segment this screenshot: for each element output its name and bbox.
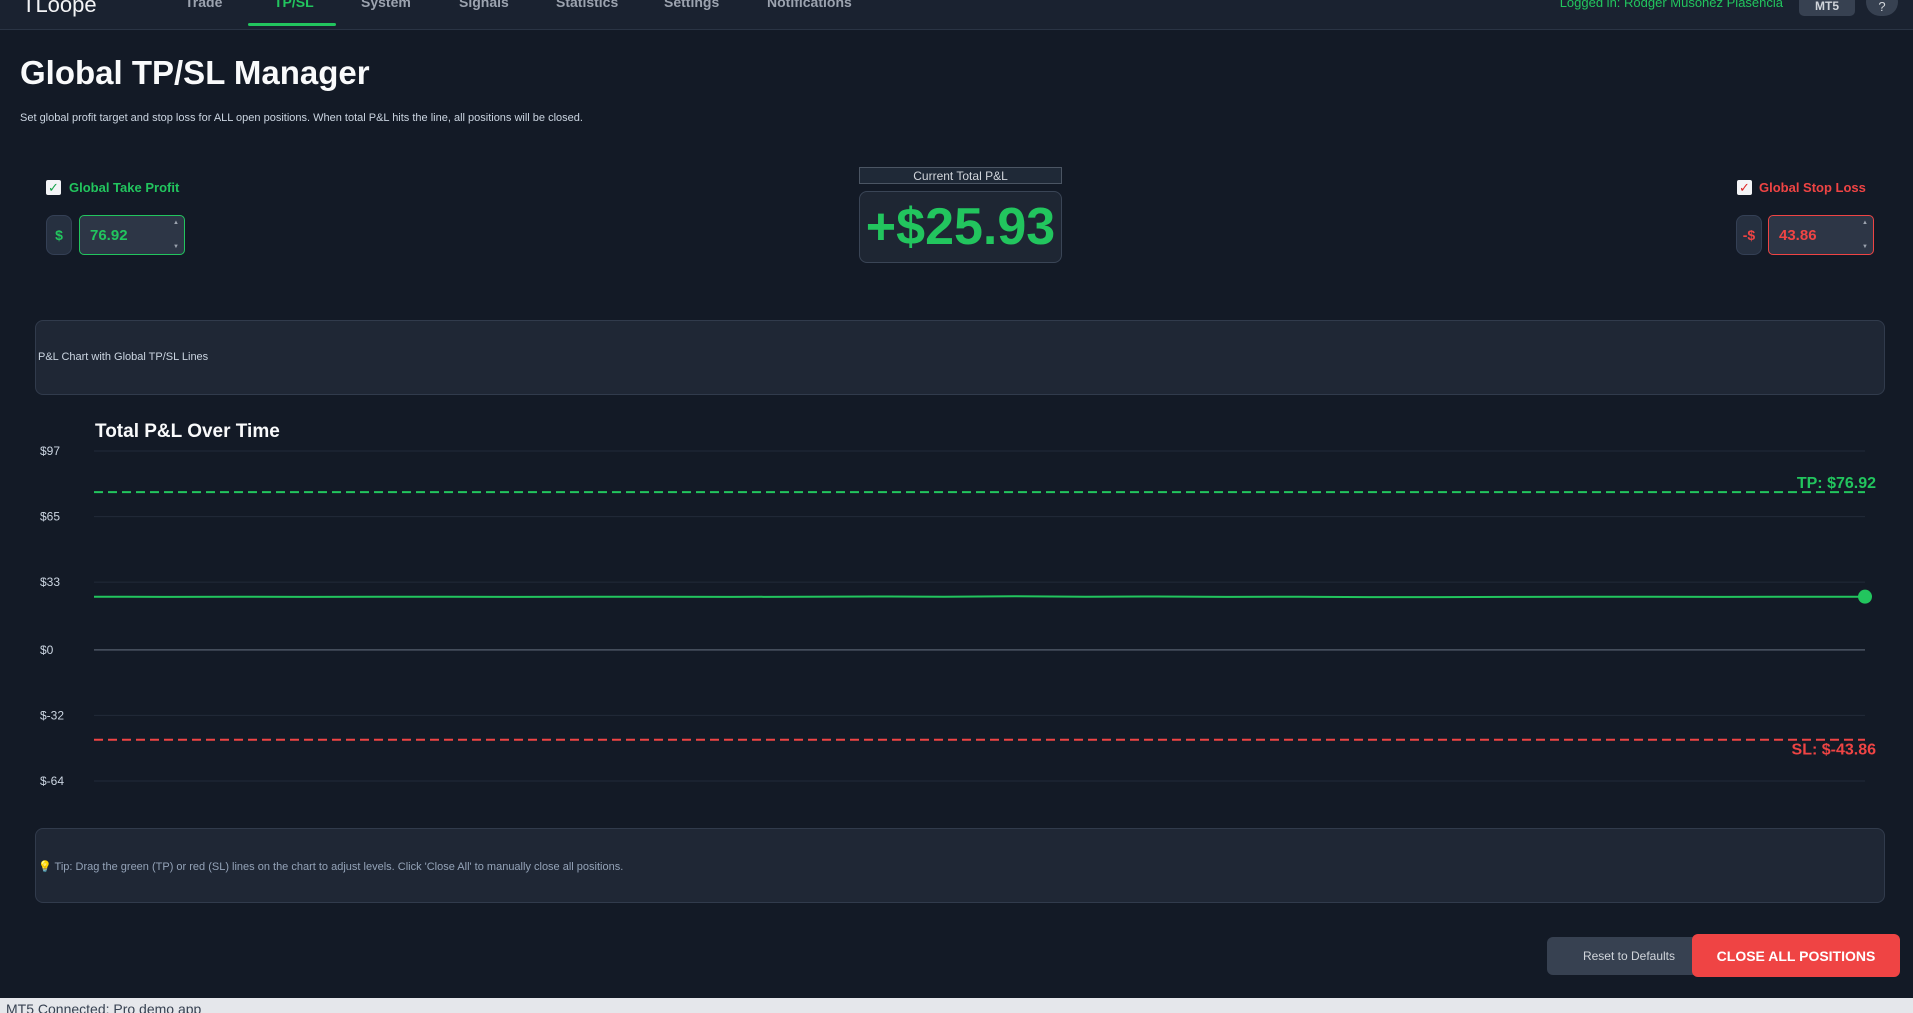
check-icon: ✓ <box>1739 180 1750 195</box>
close-all-positions-button[interactable]: CLOSE ALL POSITIONS <box>1692 934 1900 977</box>
tab-notifications[interactable]: Notifications <box>767 0 852 10</box>
active-tab-indicator <box>248 23 336 26</box>
current-pnl-point <box>1858 589 1872 604</box>
y-tick-label: $97 <box>40 444 60 458</box>
top-nav-bar: TLoope Trade TP/SL System Signals Statis… <box>0 0 1913 30</box>
take-profit-checkbox[interactable]: ✓ <box>46 180 61 195</box>
mt5-button[interactable]: MT5 <box>1799 0 1855 16</box>
stepper-up-icon[interactable]: ▲ <box>173 220 179 226</box>
reset-defaults-button[interactable]: Reset to Defaults <box>1547 937 1711 975</box>
y-tick-label: $-64 <box>40 774 64 788</box>
y-tick-label: $-32 <box>40 708 64 722</box>
page-title: Global TP/SL Manager <box>20 54 370 91</box>
tab-system[interactable]: System <box>361 0 411 10</box>
current-pnl-label: Current Total P&L <box>859 167 1062 184</box>
stepper-up-icon[interactable]: ▲ <box>1862 220 1868 226</box>
y-tick-label: $33 <box>40 575 60 589</box>
tab-statistics[interactable]: Statistics <box>556 0 618 10</box>
pnl-chart[interactable]: Total P&L Over Time $97 $65 $33 $0 $-32 $-64 TP… <box>0 400 1913 810</box>
tab-signals[interactable]: Signals <box>459 0 509 10</box>
stepper-down-icon[interactable]: ▼ <box>173 244 179 250</box>
stepper-down-icon[interactable]: ▼ <box>1862 244 1868 250</box>
status-bar: MT5 Connected: Pro demo app <box>0 998 1913 1013</box>
y-tick-label: $65 <box>40 510 60 524</box>
stop-loss-stepper[interactable]: ▲ ▼ <box>1859 218 1871 252</box>
stop-loss-checkbox[interactable]: ✓ <box>1737 180 1752 195</box>
tip-text: 💡 Tip: Drag the green (TP) or red (SL) l… <box>38 861 624 873</box>
app-brand: TLoope <box>22 0 97 17</box>
take-profit-currency-prefix: $ <box>46 215 72 255</box>
stop-loss-currency-prefix: -$ <box>1736 215 1762 255</box>
logged-in-user: Logged in: Rodger Musonez Plasencia <box>1559 0 1783 10</box>
tip-panel: 💡 Tip: Drag the green (TP) or red (SL) l… <box>35 828 1885 903</box>
tab-settings[interactable]: Settings <box>664 0 719 10</box>
check-icon: ✓ <box>48 180 59 195</box>
y-tick-label: $0 <box>40 643 54 657</box>
current-pnl-value: +$25.93 <box>859 191 1062 263</box>
sl-line-label: SL: $-43.86 <box>1792 742 1877 759</box>
tab-trade[interactable]: Trade <box>185 0 222 10</box>
tab-tpsl[interactable]: TP/SL <box>274 0 314 10</box>
pnl-series-line <box>93 595 1865 599</box>
help-button[interactable]: ? <box>1866 0 1898 16</box>
chart-panel: P&L Chart with Global TP/SL Lines <box>35 320 1885 395</box>
take-profit-label: Global Take Profit <box>69 180 180 195</box>
tp-line-label: TP: $76.92 <box>1797 475 1876 492</box>
chart-title: Total P&L Over Time <box>95 421 280 442</box>
chart-panel-label: P&L Chart with Global TP/SL Lines <box>38 351 209 363</box>
take-profit-stepper[interactable]: ▲ ▼ <box>170 218 182 252</box>
stop-loss-label: Global Stop Loss <box>1759 180 1866 195</box>
page-description: Set global profit target and stop loss f… <box>20 112 583 124</box>
